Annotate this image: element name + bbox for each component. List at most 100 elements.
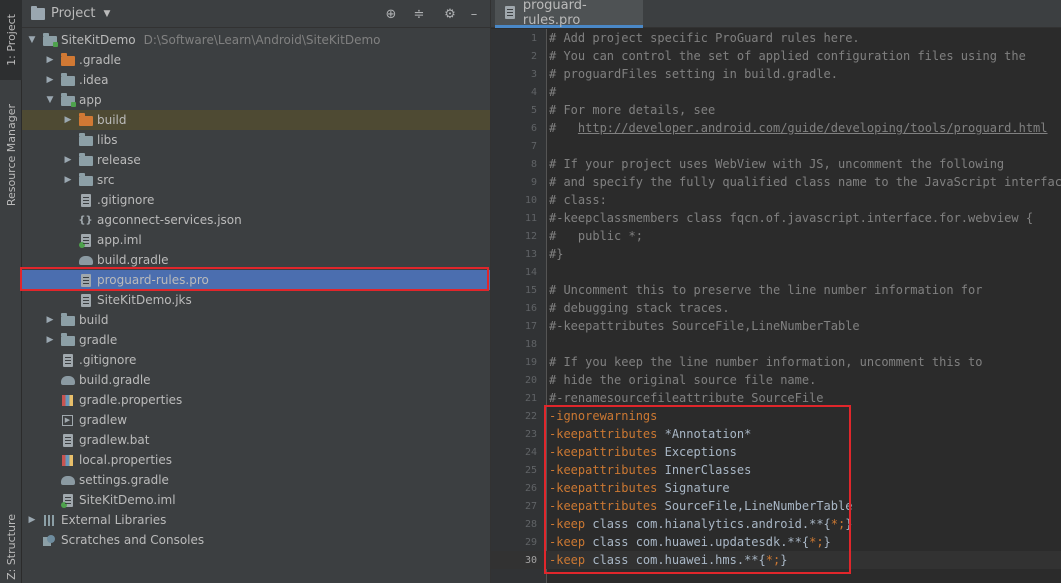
code-line[interactable]: 8 # If your project uses WebView with JS,… <box>491 155 1061 173</box>
code-line[interactable]: 4 # <box>491 83 1061 101</box>
locate-icon[interactable]: ⊕ <box>383 6 399 22</box>
hide-icon[interactable]: – <box>466 6 482 22</box>
tree-item-gradle-folder[interactable]: ▶ gradle <box>22 330 490 350</box>
tree-item-app-build-gradle[interactable]: build.gradle <box>22 250 490 270</box>
code-line[interactable]: 3 # proguardFiles setting in build.gradle… <box>491 65 1061 83</box>
gear-icon[interactable]: ⚙ <box>442 6 458 22</box>
code-line[interactable]: 25 -keepattributes InnerClasses <box>491 461 1061 479</box>
code-line[interactable]: 15 # Uncomment this to preserve the line … <box>491 281 1061 299</box>
code-line[interactable]: 30 -keep class com.huawei.hms.**{*;} <box>491 551 1061 569</box>
line-number: 22 <box>524 410 537 422</box>
code-line[interactable]: 11 #-keepclassmembers class fqcn.of.javas… <box>491 209 1061 227</box>
expand-arrow-icon[interactable]: ▼ <box>44 95 56 105</box>
code-line[interactable]: 23 -keepattributes *Annotation* <box>491 425 1061 443</box>
code-line[interactable]: 22 -ignorewarnings <box>491 407 1061 425</box>
code-line[interactable]: 18 <box>491 335 1061 353</box>
tree-item-build[interactable]: ▶ build <box>22 310 490 330</box>
code-token: # Uncomment this to preserve the line nu… <box>549 283 983 297</box>
collapse-arrow-icon[interactable]: ▶ <box>62 175 74 185</box>
tree-item-gradlew-bat[interactable]: gradlew.bat <box>22 430 490 450</box>
tree-item-sitekitdemo-iml[interactable]: SiteKitDemo.iml <box>22 490 490 510</box>
code-token: -keepattributes <box>549 427 658 441</box>
tree-item-app[interactable]: ▼ app <box>22 90 490 110</box>
code-line[interactable]: 21 #-renamesourcefileattribute SourceFile <box>491 389 1061 407</box>
tree-item-agconnect-json[interactable]: {} agconnect-services.json <box>22 210 490 230</box>
tree-item-proguard-rules[interactable]: proguard-rules.pro <box>22 270 490 290</box>
code-line[interactable]: 16 # debugging stack traces. <box>491 299 1061 317</box>
line-number: 14 <box>524 266 537 278</box>
tree-item-gradle-properties[interactable]: gradle.properties <box>22 390 490 410</box>
code-line[interactable]: 28 -keep class com.hianalytics.android.**… <box>491 515 1061 533</box>
code-line[interactable]: 13 #} <box>491 245 1061 263</box>
code-text: -keepattributes SourceFile,LineNumberTab… <box>549 499 852 513</box>
resource-manager-tool-tab[interactable]: Resource Manager <box>0 96 22 214</box>
tree-item-local-properties[interactable]: local.properties <box>22 450 490 470</box>
code-token: class com.huawei.hms.**{ <box>585 553 766 567</box>
code-line[interactable]: 24 -keepattributes Exceptions <box>491 443 1061 461</box>
module-file-icon <box>78 233 93 248</box>
tree-item-release[interactable]: ▶ release <box>22 150 490 170</box>
code-token: -ignorewarnings <box>549 409 658 423</box>
tree-item-label: gradlew.bat <box>79 433 150 447</box>
code-text: # If you keep the line number informatio… <box>549 355 982 369</box>
project-tool-tab[interactable]: 1: Project <box>0 0 22 80</box>
line-number: 21 <box>524 392 537 404</box>
tree-item-external-libraries[interactable]: ▶ External Libraries <box>22 510 490 530</box>
code-line[interactable]: 7 <box>491 137 1061 155</box>
tree-item-app-iml[interactable]: app.iml <box>22 230 490 250</box>
line-number: 3 <box>530 68 537 80</box>
code-token: -keepattributes <box>549 445 658 459</box>
code-text: # If your project uses WebView with JS, … <box>549 157 1004 171</box>
chevron-down-icon[interactable]: ▼ <box>103 9 110 19</box>
tree-item-app-build[interactable]: ▶ build <box>22 110 490 130</box>
collapse-icon[interactable]: ≑ <box>411 6 427 22</box>
tree-item-libs[interactable]: libs <box>22 130 490 150</box>
project-tool-tab-label: 1: Project <box>4 14 18 66</box>
code-line[interactable]: 1 # Add project specific ProGuard rules h… <box>491 29 1061 47</box>
code-link[interactable]: http://developer.android.com/guide/devel… <box>578 121 1048 135</box>
collapse-arrow-icon[interactable]: ▶ <box>62 155 74 165</box>
code-line[interactable]: 10 # class: <box>491 191 1061 209</box>
code-line[interactable]: 17 #-keepattributes SourceFile,LineNumber… <box>491 317 1061 335</box>
code-line[interactable]: 29 -keep class com.huawei.updatesdk.**{*;… <box>491 533 1061 551</box>
code-line[interactable]: 26 -keepattributes Signature <box>491 479 1061 497</box>
tree-item-settings-gradle[interactable]: settings.gradle <box>22 470 490 490</box>
tree-item-dot-gradle[interactable]: ▶ .gradle <box>22 50 490 70</box>
collapse-arrow-icon[interactable]: ▶ <box>62 115 74 125</box>
tree-item-src[interactable]: ▶ src <box>22 170 490 190</box>
tab-proguard-rules[interactable]: proguard-rules.pro <box>495 0 643 28</box>
code-line[interactable]: 6 # http://developer.android.com/guide/de… <box>491 119 1061 137</box>
collapse-arrow-icon[interactable]: ▶ <box>44 315 56 325</box>
tree-item-sitekitdemo[interactable]: ▼ SiteKitDemo D:\Software\Learn\Android\… <box>22 30 490 50</box>
collapse-arrow-icon[interactable]: ▶ <box>44 335 56 345</box>
code-line[interactable]: 27 -keepattributes SourceFile,LineNumberT… <box>491 497 1061 515</box>
code-line[interactable]: 2 # You can control the set of applied co… <box>491 47 1061 65</box>
tree-item-gitignore[interactable]: .gitignore <box>22 350 490 370</box>
code-line[interactable]: 14 <box>491 263 1061 281</box>
tree-item-gradlew[interactable]: ▶ gradlew <box>22 410 490 430</box>
code-line[interactable]: 9 # and specify the fully qualified class… <box>491 173 1061 191</box>
tree-item-label: gradle.properties <box>79 393 183 407</box>
collapse-arrow-icon[interactable]: ▶ <box>44 55 56 65</box>
collapse-arrow-icon[interactable]: ▶ <box>44 75 56 85</box>
expand-arrow-icon[interactable]: ▼ <box>26 35 38 45</box>
tree-item-jks[interactable]: SiteKitDemo.jks <box>22 290 490 310</box>
line-number: 6 <box>530 122 537 134</box>
code-token: Signature <box>657 481 730 495</box>
tree-item-label: SiteKitDemo <box>61 33 136 47</box>
tree-item-scratches[interactable]: Scratches and Consoles <box>22 530 490 550</box>
tree-item-build-gradle[interactable]: build.gradle <box>22 370 490 390</box>
code-line[interactable]: 5 # For more details, see <box>491 101 1061 119</box>
structure-tool-tab[interactable]: Z: Structure <box>0 512 22 582</box>
code-line[interactable]: 12 # public *; <box>491 227 1061 245</box>
project-view-selector[interactable]: Project <box>51 6 95 21</box>
collapse-arrow-icon[interactable]: ▶ <box>26 515 38 525</box>
code-token: # Add project specific ProGuard rules he… <box>549 31 860 45</box>
line-number: 10 <box>524 194 537 206</box>
tree-item-idea[interactable]: ▶ .idea <box>22 70 490 90</box>
code-text: -ignorewarnings <box>549 409 657 423</box>
tree-item-app-gitignore[interactable]: .gitignore <box>22 190 490 210</box>
code-line[interactable]: 20 # hide the original source file name. <box>491 371 1061 389</box>
code-line[interactable]: 19 # If you keep the line number informat… <box>491 353 1061 371</box>
code-token: -keep <box>549 553 586 567</box>
